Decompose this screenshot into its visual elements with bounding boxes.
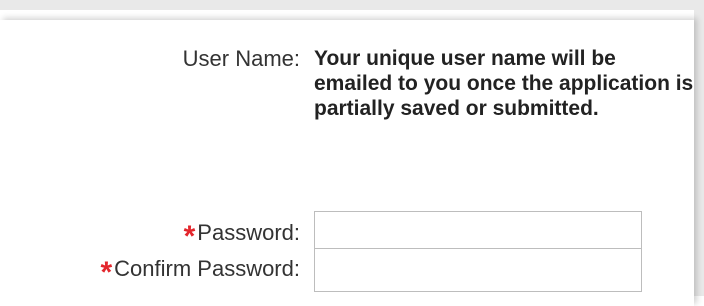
required-asterisk-icon: * bbox=[100, 256, 113, 289]
password-label-group: *Password: bbox=[184, 220, 300, 252]
user-name-label: User Name: bbox=[182, 46, 300, 71]
password-label: Password: bbox=[197, 220, 300, 245]
confirm-password-label: Confirm Password: bbox=[114, 256, 300, 281]
required-asterisk-icon: * bbox=[183, 220, 196, 253]
user-name-info-text: Your unique user name will be emailed to… bbox=[314, 47, 694, 120]
confirm-password-label-group: *Confirm Password: bbox=[100, 256, 300, 288]
form-frame: User Name: Your unique user name will be… bbox=[0, 0, 704, 306]
confirm-password-input[interactable] bbox=[314, 248, 642, 292]
registration-form-panel: User Name: Your unique user name will be… bbox=[0, 20, 694, 306]
